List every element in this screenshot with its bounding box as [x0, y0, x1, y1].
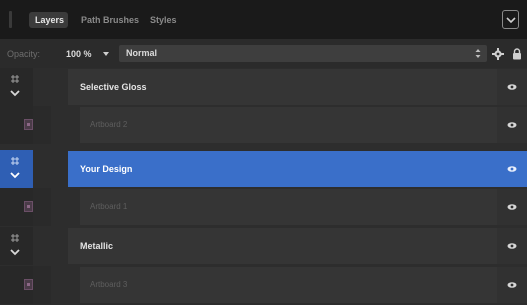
- group-icon: [11, 157, 19, 165]
- visibility-eye-icon[interactable]: [507, 83, 517, 91]
- artboard-icon: [24, 119, 33, 130]
- tab-layers[interactable]: Layers: [29, 12, 68, 28]
- blend-mode-select[interactable]: Normal: [119, 45, 487, 62]
- drag-grip[interactable]: [9, 11, 12, 28]
- layer-row-metallic[interactable]: Metallic: [0, 227, 527, 265]
- tab-styles[interactable]: Styles: [150, 12, 177, 28]
- group-icon: [11, 75, 19, 83]
- expand-chevron-icon[interactable]: [10, 89, 20, 97]
- layers-list: Selective Gloss Artboard 2 Your Design A…: [0, 68, 527, 305]
- artboard-icon: [24, 279, 33, 290]
- layer-name: Metallic: [80, 241, 114, 251]
- up-down-arrows-icon: [475, 49, 481, 58]
- opacity-value[interactable]: 100 %: [66, 49, 92, 59]
- chevron-down-icon: [506, 17, 516, 24]
- layer-name: Artboard 3: [90, 280, 128, 289]
- panel-menu-button[interactable]: [502, 10, 519, 29]
- layer-row-artboard-3[interactable]: Artboard 3: [0, 266, 527, 304]
- visibility-eye-icon[interactable]: [507, 165, 517, 173]
- artboard-icon: [24, 201, 33, 212]
- visibility-eye-icon[interactable]: [507, 203, 517, 211]
- expand-chevron-icon[interactable]: [10, 248, 20, 256]
- layer-row-artboard-1[interactable]: Artboard 1: [0, 188, 527, 226]
- layer-name: Artboard 2: [90, 120, 128, 129]
- layer-row-selective-gloss[interactable]: Selective Gloss: [0, 68, 527, 106]
- layer-name: Your Design: [80, 164, 133, 174]
- layer-options-bar: Opacity: 100 % Normal: [0, 39, 527, 68]
- visibility-eye-icon[interactable]: [507, 281, 517, 289]
- blend-mode-value: Normal: [126, 48, 158, 58]
- panel-tab-bar: Layers Path Brushes Styles: [0, 0, 527, 39]
- layer-name: Artboard 1: [90, 202, 128, 211]
- opacity-dropdown-icon[interactable]: [103, 52, 109, 56]
- tab-path-brushes[interactable]: Path Brushes: [81, 12, 139, 28]
- layer-name: Selective Gloss: [80, 82, 147, 92]
- layer-row-your-design[interactable]: Your Design: [0, 150, 527, 188]
- visibility-eye-icon[interactable]: [507, 121, 517, 129]
- lock-icon[interactable]: [512, 48, 522, 60]
- expand-chevron-icon[interactable]: [10, 171, 20, 179]
- gear-icon[interactable]: [492, 48, 504, 60]
- layer-row-artboard-2[interactable]: Artboard 2: [0, 106, 527, 144]
- group-icon: [11, 234, 19, 242]
- visibility-eye-icon[interactable]: [507, 242, 517, 250]
- opacity-label: Opacity:: [7, 49, 41, 59]
